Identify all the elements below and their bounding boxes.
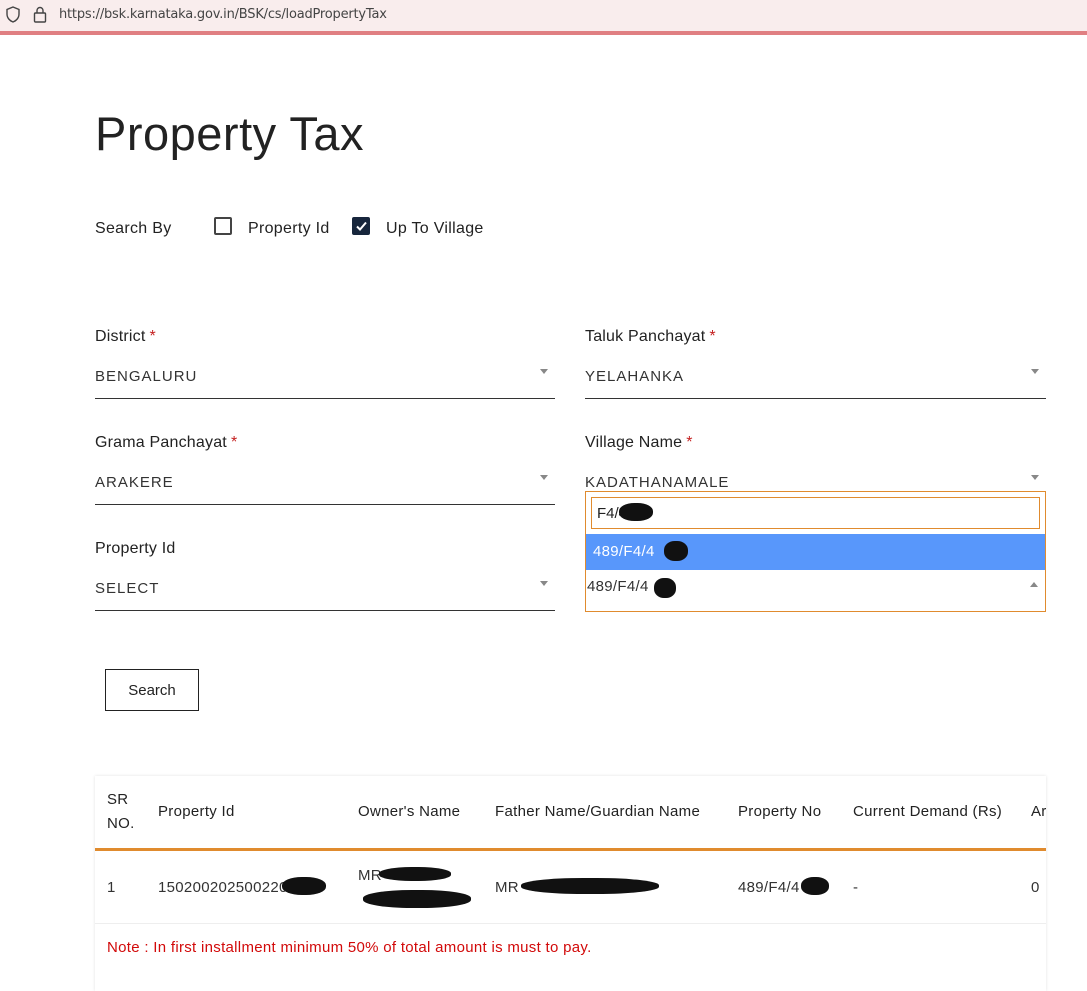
district-label-text: District [95,328,146,345]
grama-panchayat-label: Grama Panchayat * [95,434,237,452]
shield-icon [6,6,20,28]
cell-property-id: 150200202500220 [158,879,288,896]
redaction-mark [363,890,471,908]
grama-panchayat-value: ARAKERE [95,474,174,491]
redaction-mark [282,877,326,895]
chevron-down-icon [540,581,548,586]
page-title: Property Tax [95,107,364,160]
browser-address-bar[interactable]: https://bsk.karnataka.gov.in/BSK/cs/load… [0,0,1087,35]
column-header-current-demand: Current Demand (Rs) [853,803,1003,820]
header-divider [95,848,1046,851]
required-marker: * [686,434,693,451]
column-header-father-name: Father Name/Guardian Name [495,803,701,820]
lock-icon [33,6,47,28]
property-id-checkbox-label[interactable]: Property Id [248,220,330,238]
column-header-arrears: Ar [1031,803,1046,820]
redaction-mark [619,503,653,521]
chevron-down-icon [1031,475,1039,480]
dropdown-selected-value: 489/F4/4 [587,578,649,595]
cell-sr-no: 1 [107,879,116,896]
cell-father-name: MR [495,879,519,896]
dropdown-option-highlighted[interactable]: 489/F4/4 [586,534,1045,570]
column-header-property-no: Property No [738,803,822,820]
taluk-label-text: Taluk Panchayat [585,328,706,345]
cell-property-no: 489/F4/4 [738,879,800,896]
dropdown-search-input[interactable] [591,497,1040,529]
chevron-down-icon [1031,369,1039,374]
results-table: SR NO. Property Id Owner's Name Father N… [95,776,1046,991]
cell-current-demand: - [853,879,859,896]
district-value: BENGALURU [95,368,198,385]
installment-note: Note : In first installment minimum 50% … [107,939,592,956]
row-divider [95,923,1046,924]
up-to-village-checkbox-label[interactable]: Up To Village [386,220,484,238]
chevron-up-icon[interactable] [1030,582,1038,587]
column-header-property-id: Property Id [158,803,235,820]
cell-arrears: 0 [1031,879,1040,896]
property-no-dropdown[interactable]: 489/F4/4 489/F4/4 [585,491,1046,612]
required-marker: * [709,328,716,345]
village-label-text: Village Name [585,434,683,451]
redaction-mark [521,878,659,894]
taluk-select[interactable]: YELAHANKA [585,364,1046,399]
taluk-value: YELAHANKA [585,368,685,385]
grama-panchayat-select[interactable]: ARAKERE [95,470,555,505]
village-name-select[interactable]: KADATHANAMALE [585,470,1046,491]
redaction-mark [801,877,829,895]
search-by-label: Search By [95,220,172,237]
taluk-label: Taluk Panchayat * [585,328,716,346]
column-header-owner-name: Owner's Name [358,803,461,820]
required-marker: * [230,434,238,451]
checkmark-icon [356,221,367,231]
village-name-value: KADATHANAMALE [585,474,730,491]
chevron-down-icon [540,475,548,480]
search-button[interactable]: Search [105,669,199,711]
village-name-label: Village Name * [585,434,693,452]
property-id-checkbox[interactable] [214,217,232,235]
district-label: District * [95,328,156,346]
redaction-mark [654,578,676,598]
property-id-label: Property Id [95,540,176,557]
redaction-mark [379,867,451,881]
property-id-value: SELECT [95,580,160,597]
grama-label-text: Grama Panchayat [95,434,227,451]
required-marker: * [149,328,156,345]
redaction-mark [664,541,688,561]
up-to-village-checkbox[interactable] [352,217,370,235]
district-select[interactable]: BENGALURU [95,364,555,399]
option-label: 489/F4/4 [593,543,655,560]
column-header-sr-no: SR NO. [107,791,135,832]
property-id-select[interactable]: SELECT [95,576,555,611]
chevron-down-icon [540,369,548,374]
url-text[interactable]: https://bsk.karnataka.gov.in/BSK/cs/load… [59,7,387,22]
